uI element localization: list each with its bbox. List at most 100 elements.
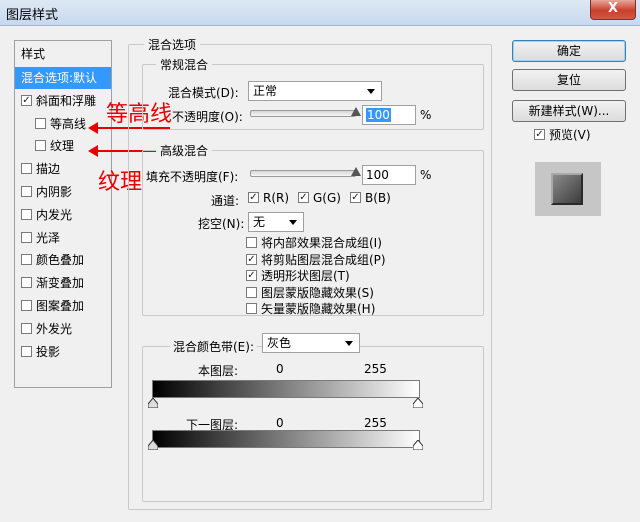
sidebar-item-label: 渐变叠加 [36,276,85,291]
style-preview [535,162,601,216]
title-bar: 图层样式 X [0,0,640,26]
chevron-down-icon [367,89,375,94]
knockout-label: 挖空(N): [198,217,245,231]
checkbox-icon[interactable] [21,231,32,243]
opacity-input[interactable]: 100 [362,105,416,125]
fill-opacity-slider-thumb[interactable] [351,167,361,176]
checkbox-icon[interactable]: ✓ [21,94,32,106]
blend-mode-label: 混合模式(D): [168,86,239,100]
blend-if-label: 混合颜色带(E): [170,338,257,355]
advanced-option-2[interactable]: ✓ 透明形状图层(T) [246,267,350,284]
checkbox-icon [246,303,257,314]
advanced-blending-title: 高级混合 [156,142,213,159]
blend-if-select[interactable]: 灰色 [262,333,360,353]
advanced-option-label: 图层蒙版隐藏效果(S) [261,285,374,300]
opacity-label: 不透明度(O): [172,110,243,124]
checkbox-icon: ✓ [246,270,257,281]
checkbox-icon[interactable] [21,208,32,220]
fill-opacity-input[interactable]: 100 [362,165,416,185]
window-title: 图层样式 [6,8,59,23]
this-layer-min: 0 [276,362,284,376]
advanced-option-label: 透明形状图层(T) [261,269,350,283]
sidebar-item-10[interactable]: 图案叠加 [15,295,111,317]
opacity-slider[interactable] [250,110,356,117]
preview-swatch [551,173,583,205]
channels-label: 通道: [211,194,240,208]
checkbox-icon[interactable] [21,163,32,175]
advanced-option-3[interactable]: 图层蒙版隐藏效果(S) [246,284,374,301]
opacity-unit: % [420,108,432,122]
check-icon: ✓ [298,192,309,203]
sidebar-item-label: 混合选项:默认 [21,71,98,85]
this-layer-gradient[interactable] [152,380,420,398]
ok-button[interactable]: 确定 [512,40,626,62]
close-button[interactable]: X [590,0,636,20]
sidebar-item-label: 内阴影 [36,185,73,199]
sidebar-item-11[interactable]: 外发光 [15,318,111,340]
opacity-slider-thumb[interactable] [351,107,361,116]
checkbox-icon[interactable] [21,322,32,334]
checkbox-icon[interactable] [35,117,46,129]
check-icon: ✓ [534,129,545,140]
sidebar-item-label: 纹理 [50,139,75,154]
sidebar-item-4[interactable]: 描边 [15,158,111,180]
checkbox-icon[interactable] [21,254,32,266]
reset-button[interactable]: 复位 [512,69,626,91]
general-blending-title: 常规混合 [156,56,213,73]
sidebar-item-label: 等高线 [50,116,87,131]
underlying-layer-min: 0 [276,416,284,430]
checkbox-icon[interactable] [35,140,46,152]
advanced-option-4[interactable]: 矢量蒙版隐藏效果(H) [246,300,375,317]
chevron-down-icon [345,341,353,346]
advanced-option-1[interactable]: ✓ 将剪贴图层混合成组(P) [246,251,386,268]
sidebar-item-label: 内发光 [36,207,73,222]
styles-header[interactable]: 样式 [15,43,111,65]
underlying-layer-gradient[interactable] [152,430,420,448]
chevron-down-icon [289,220,297,225]
advanced-option-0[interactable]: 将内部效果混合成组(I) [246,234,382,251]
sidebar-item-label: 颜色叠加 [36,253,85,268]
this-layer-label: 本图层: [198,364,239,378]
checkbox-icon [246,237,257,248]
new-style-button[interactable]: 新建样式(W)... [512,100,626,122]
fill-opacity-unit: % [420,168,432,182]
checkbox-icon[interactable] [21,186,32,197]
channel-g-checkbox[interactable]: ✓ G(G) [298,191,341,205]
fill-opacity-label: 填充不透明度(F): [146,170,239,184]
this-layer-max: 255 [364,362,387,376]
sidebar-item-6[interactable]: 内发光 [15,204,111,226]
underlying-black-slider[interactable] [148,440,158,450]
underlying-white-slider[interactable] [413,440,423,450]
checkbox-icon[interactable] [21,300,32,311]
check-icon: ✓ [248,192,259,203]
sidebar-item-label: 外发光 [36,321,73,336]
sidebar-item-label: 描边 [36,162,61,177]
sidebar-item-8[interactable]: 颜色叠加 [15,249,111,271]
sidebar-item-7[interactable]: 光泽 [15,227,111,249]
sidebar-item-12[interactable]: 投影 [15,341,111,363]
sidebar-item-label: 斜面和浮雕 [36,93,97,108]
blend-mode-select[interactable]: 正常 [248,81,382,101]
blend-options-title: 混合选项 [144,36,201,53]
dialog-body: 样式 混合选项:默认 ✓ 斜面和浮雕等高线纹理描边内阴影内发光光泽颜色叠加渐变叠加图… [0,26,640,522]
sidebar-item-0[interactable]: 混合选项:默认 [15,67,111,89]
sidebar-item-label: 光泽 [36,230,61,245]
knockout-select[interactable]: 无 [248,212,304,232]
this-layer-black-slider[interactable] [148,398,158,408]
fill-opacity-slider[interactable] [250,170,356,177]
checkbox-icon[interactable] [21,277,32,289]
channel-r-checkbox[interactable]: ✓ R(R) [248,191,289,205]
checkbox-icon[interactable] [21,345,32,357]
this-layer-white-slider[interactable] [413,398,423,408]
blend-if-value: 灰色 [267,336,292,350]
sidebar-item-9[interactable]: 渐变叠加 [15,272,111,294]
sidebar-item-1[interactable]: ✓ 斜面和浮雕 [15,90,111,112]
sidebar-item-5[interactable]: 内阴影 [15,181,111,203]
channel-b-checkbox[interactable]: ✓ B(B) [350,191,391,205]
sidebar-item-label: 投影 [36,344,61,359]
styles-list: 样式 混合选项:默认 ✓ 斜面和浮雕等高线纹理描边内阴影内发光光泽颜色叠加渐变叠加图… [14,40,112,388]
advanced-option-label: 将剪贴图层混合成组(P) [261,252,386,267]
preview-checkbox[interactable]: ✓ 预览(V) [534,126,591,143]
sidebar-item-label: 图案叠加 [36,299,85,313]
checkbox-icon: ✓ [246,253,257,265]
